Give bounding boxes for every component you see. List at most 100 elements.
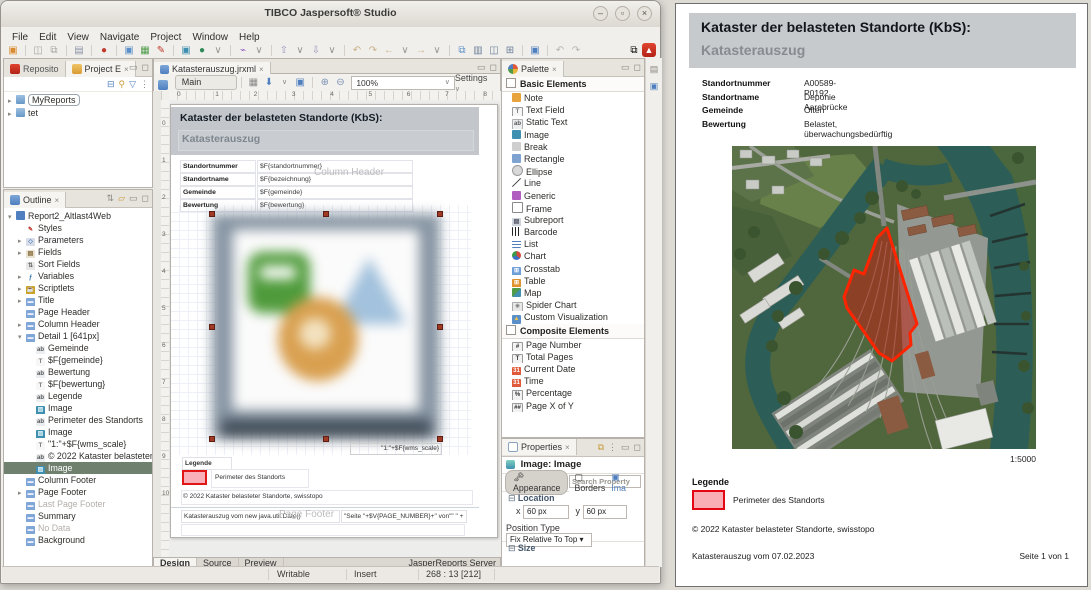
save-all-icon[interactable]: ⧉ [47,44,61,57]
outline-item[interactable]: ▨Image [4,426,152,438]
palette-item-page-number[interactable]: #Page Number [502,339,644,351]
canvas-field-value[interactable]: $F{gemeinde} [257,186,413,199]
zoom-out-icon[interactable]: ⊖ [334,76,348,89]
expand-arrow-icon[interactable]: ▸ [18,272,26,282]
canvas-copyright[interactable]: © 2022 Kataster belasteter Standorte, sw… [183,493,323,500]
download-icon[interactable]: ⇩ [309,44,323,57]
print-icon[interactable]: ▤ [72,44,86,57]
canvas-field-value[interactable]: $F{bewertung} [257,199,413,212]
expand-arrow-icon[interactable]: ▸ [18,320,26,330]
expand-arrow-icon[interactable]: ▸ [18,236,26,246]
outline-item[interactable]: ▬Background [4,534,152,546]
outline-item[interactable]: ▸◇Parameters [4,234,152,246]
outline-item[interactable]: T"1:"+$F{wms_scale} [4,438,152,450]
canvas-field-label[interactable]: Bewertung [180,199,256,212]
palette-section-header[interactable]: Basic Elements [502,77,644,92]
selection-handle[interactable] [209,211,215,217]
close-icon[interactable]: × [565,443,570,452]
style-template-icon[interactable]: ✎ [154,44,168,57]
outline-item[interactable]: ▸ƒVariables [4,270,152,282]
palette-item-static-text[interactable]: abStatic Text [502,116,644,128]
outline-item[interactable]: abLegende [4,390,152,402]
redo-icon[interactable]: ↷ [366,44,380,57]
palette-item-page-x-of-y[interactable]: ##Page X of Y [502,400,644,412]
canvas-title-band[interactable]: Kataster der belasteten Standorte (KbS):… [171,107,479,155]
palette-item-current-date[interactable]: 31Current Date [502,363,644,375]
canvas-subtitle[interactable]: Katasterauszug [182,133,260,145]
expand-arrow-icon[interactable]: ▸ [18,248,26,258]
maximize-icon[interactable]: ◻ [142,61,149,73]
save-icon[interactable]: ◫ [31,44,45,57]
image-icon[interactable]: ▣ [179,44,193,57]
outline-item[interactable]: ▸☕Scriptlets [4,282,152,294]
settings-dropdown[interactable]: Settings ∨ [455,73,494,93]
link-back-icon[interactable]: ↶ [553,44,567,57]
tab-borders[interactable]: ▢ Borders [574,472,605,493]
dropdown-icon[interactable]: ∨ [293,44,307,57]
expand-arrow-icon[interactable]: ▸ [18,284,26,294]
main-report-button[interactable]: Main Report [175,75,237,90]
new-report-icon[interactable]: ▣ [6,44,20,57]
palette-item-chart[interactable]: Chart [502,250,644,262]
maximize-icon[interactable]: ◻ [142,192,149,204]
palette-item-table[interactable]: ⊞Table [502,275,644,287]
palette-item-total-pages[interactable]: TTotal Pages [502,351,644,363]
outline-item[interactable]: ✎Styles [4,222,152,234]
palette-item-frame[interactable]: Frame [502,202,644,214]
selection-handle[interactable] [209,436,215,442]
outline-item[interactable]: ▸▤Fields [4,246,152,258]
close-button[interactable]: × [637,6,652,21]
canvas-legend-swatch[interactable] [182,470,207,485]
expand-arrow-icon[interactable]: ▸ [8,95,16,107]
minimize-icon[interactable]: ▭ [477,61,486,73]
dropdown-icon[interactable]: ∨ [211,44,225,57]
location-section-header[interactable]: ⊟ Location [502,492,644,505]
palette-item-ellipse[interactable]: Ellipse [502,165,644,177]
view-menu-icon[interactable]: ⋮ [140,78,149,90]
dropdown-icon[interactable]: ∨ [325,44,339,57]
outline-item[interactable]: ▸▬Title [4,294,152,306]
palette-section-header[interactable]: Composite Elements [502,324,644,339]
maximize-icon[interactable]: ◻ [634,441,641,453]
y-input[interactable]: 60 px [583,505,627,519]
palette-item-rectangle[interactable]: Rectangle [502,153,644,165]
x-input[interactable]: 60 px [523,505,569,519]
scale-expression-field[interactable]: "1:"+$F{wms_scale} [350,443,442,455]
expand-arrow-icon[interactable]: ▸ [18,488,26,498]
outline-item[interactable]: ▬Column Footer [4,474,152,486]
maximize-icon[interactable]: ◻ [490,61,497,73]
selection-handle[interactable] [437,324,443,330]
outline-item[interactable]: abPerimeter des Standorts [4,414,152,426]
report-thumb-icon[interactable]: ▣ [649,81,660,92]
tree-item-tet[interactable]: ▸tet [8,107,152,120]
maximize-icon[interactable]: ◻ [634,61,641,73]
expand-arrow-icon[interactable]: ▾ [8,212,16,222]
outline-item[interactable]: ▨Image [4,462,152,474]
outline-item[interactable]: ▸▬Column Header [4,318,152,330]
minimize-icon[interactable]: ▭ [129,192,138,204]
new-view-icon[interactable]: ⧉ [598,441,604,453]
close-icon[interactable]: × [55,196,60,205]
new-window-icon[interactable]: ⧉ [455,44,469,57]
canvas-field-label[interactable]: Standortnummer [180,160,256,173]
canvas-footer-right[interactable]: "Seite "+$V{PAGE_NUMBER}+" von"" " + [341,510,467,523]
palette-item-custom-visualization[interactable]: ▲Custom Visualization [502,311,644,323]
outline-thumb-icon[interactable]: ▤ [649,64,660,75]
palette-item-generic[interactable]: Generic [502,190,644,202]
jaspersoft-perspective-icon[interactable]: ▲ [642,43,656,57]
selection-handle[interactable] [437,436,443,442]
tab-outline[interactable]: Outline× [4,192,66,208]
minimize-button[interactable]: – [593,6,608,21]
link-forward-icon[interactable]: ↷ [569,44,583,57]
dropdown-icon[interactable]: ∨ [398,44,412,57]
zoom-level-combo[interactable]: 100%∨ [351,76,455,90]
close-icon[interactable]: × [259,65,264,74]
palette-item-list[interactable]: List [502,238,644,250]
layout-icon[interactable]: ▱ [118,192,125,204]
minimize-icon[interactable]: ▭ [129,61,138,73]
link-editor-icon[interactable]: ⚲ [118,78,125,90]
palette-item-percentage[interactable]: %Percentage [502,387,644,399]
grid-icon[interactable]: ▦ [247,76,261,89]
wand-icon[interactable]: ⌁ [236,44,250,57]
outline-item[interactable]: T$F{gemeinde} [4,354,152,366]
